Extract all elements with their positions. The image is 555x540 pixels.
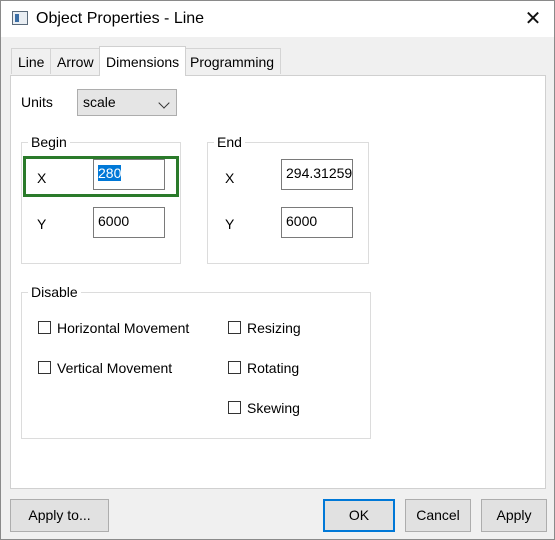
tab-line[interactable]: Line (11, 48, 52, 74)
units-label: Units (21, 94, 53, 110)
units-select-value: scale (83, 94, 116, 110)
units-select[interactable]: scale (77, 89, 177, 116)
end-x-input[interactable]: 294.31259 (281, 159, 353, 190)
begin-group-title: Begin (28, 133, 70, 151)
skewing-label: Skewing (247, 400, 300, 416)
disable-group-title: Disable (28, 283, 81, 301)
apply-button[interactable]: Apply (481, 499, 547, 532)
begin-y-label: Y (37, 216, 47, 232)
chevron-down-icon (158, 97, 170, 109)
end-y-label: Y (225, 216, 235, 232)
window-title: Object Properties - Line (36, 10, 205, 27)
resizing-checkbox[interactable] (228, 321, 241, 334)
end-x-label: X (225, 170, 235, 186)
ok-button[interactable]: OK (323, 499, 395, 532)
end-y-input[interactable]: 6000 (281, 207, 353, 238)
tab-dimensions[interactable]: Dimensions (99, 46, 187, 76)
object-properties-dialog: Object Properties - Line ✕ Line Arrow Di… (0, 0, 555, 540)
line-object-icon (12, 11, 28, 25)
rotating-checkbox[interactable] (228, 361, 241, 374)
begin-x-highlight (23, 156, 179, 197)
end-group-title: End (214, 133, 245, 151)
close-icon[interactable]: ✕ (513, 1, 553, 37)
tab-arrow[interactable]: Arrow (50, 48, 101, 74)
vertical-movement-label: Vertical Movement (57, 360, 173, 376)
rotating-label: Rotating (247, 360, 300, 376)
cancel-button[interactable]: Cancel (405, 499, 471, 532)
skewing-checkbox[interactable] (228, 401, 241, 414)
resizing-label: Resizing (247, 320, 301, 336)
title-bar: Object Properties - Line ✕ (1, 1, 554, 37)
horizontal-movement-checkbox[interactable] (38, 321, 51, 334)
tab-programming[interactable]: Programming (183, 48, 282, 74)
apply-to-button[interactable]: Apply to... (10, 499, 109, 532)
vertical-movement-checkbox[interactable] (38, 361, 51, 374)
begin-y-input[interactable]: 6000 (93, 207, 165, 238)
horizontal-movement-label: Horizontal Movement (57, 320, 190, 336)
